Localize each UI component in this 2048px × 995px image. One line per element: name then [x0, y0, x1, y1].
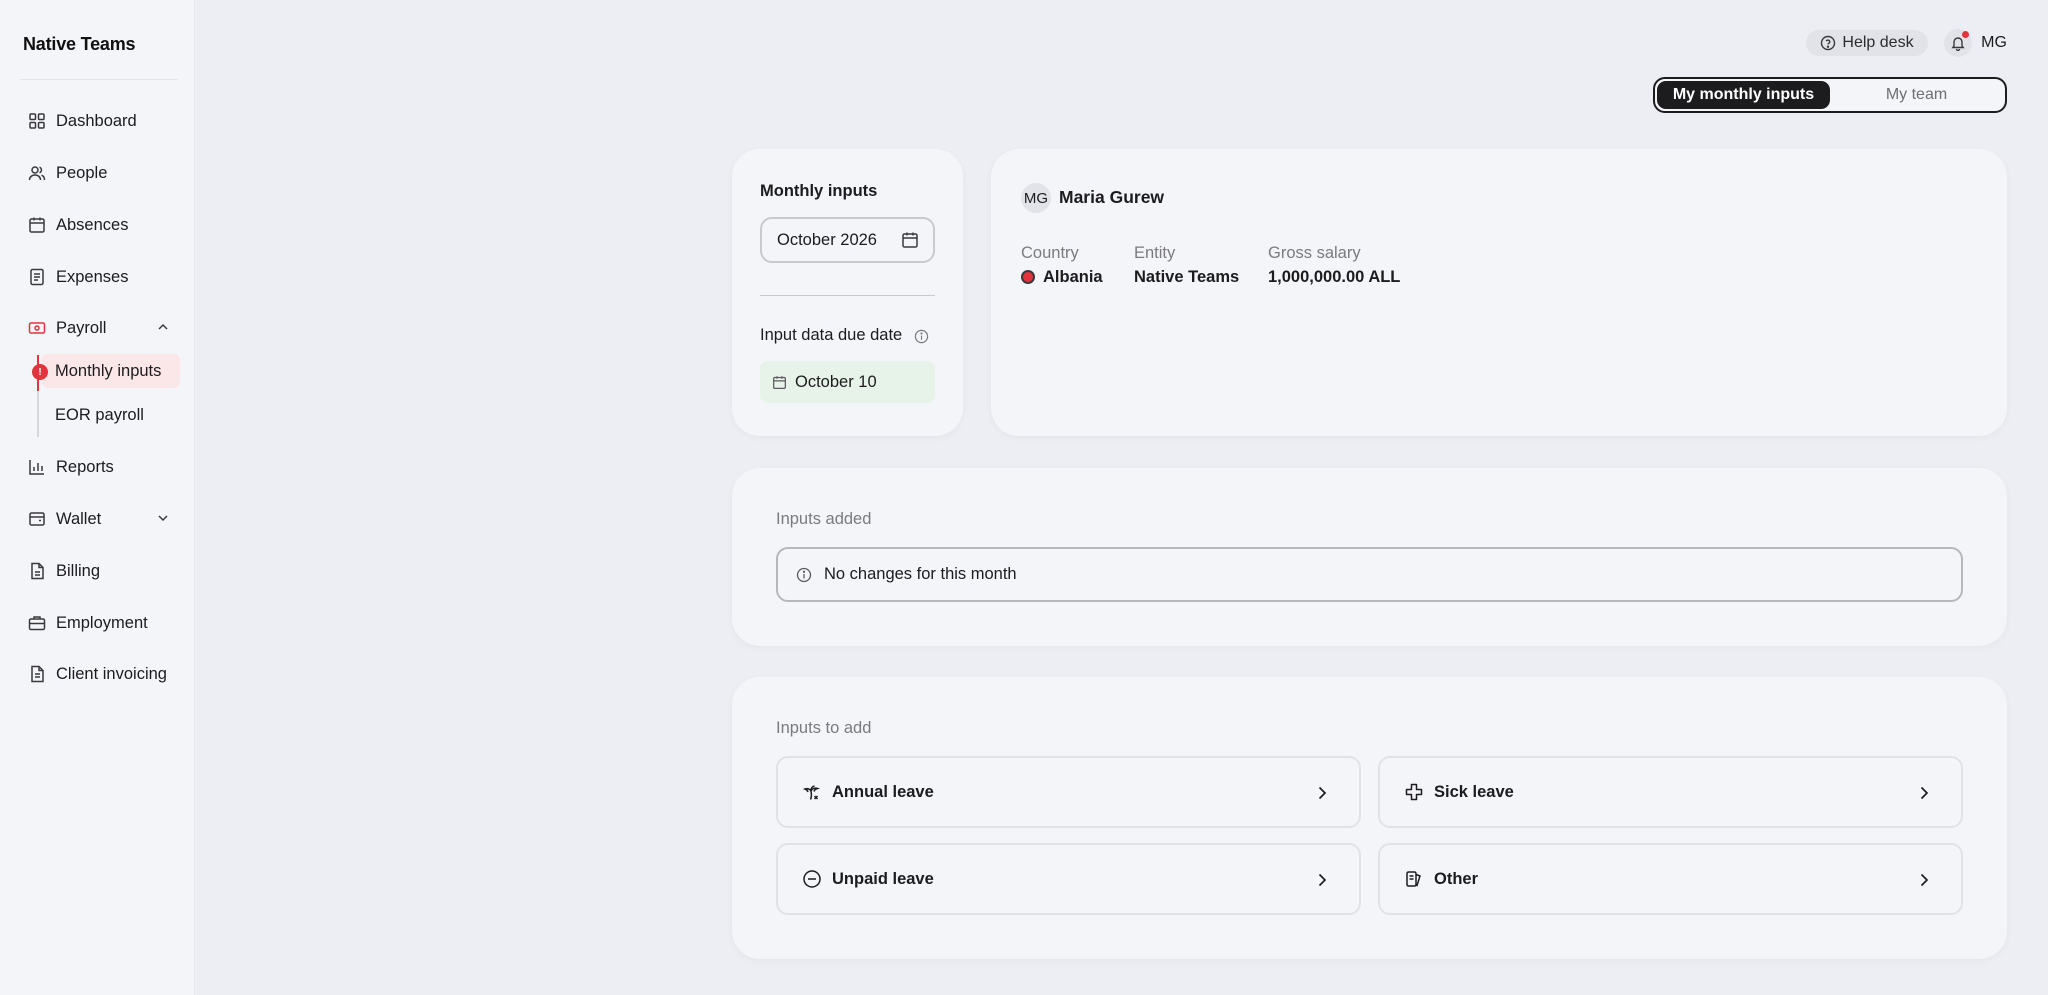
- sidebar-item-label: Wallet: [56, 509, 102, 528]
- sidebar-item-label: Client invoicing: [56, 664, 167, 683]
- help-icon: [1820, 35, 1836, 51]
- sidebar-subitem-label: EOR payroll: [55, 405, 144, 424]
- sidebar-item-wallet[interactable]: Wallet: [20, 502, 180, 536]
- albania-flag-icon: [1021, 270, 1035, 284]
- wallet-icon: [28, 510, 46, 528]
- due-date-badge: October 10: [760, 361, 935, 403]
- app-logo[interactable]: Native Teams: [23, 34, 136, 55]
- sidebar-divider: [20, 79, 178, 80]
- sidebar-item-client-invoicing[interactable]: Client invoicing: [20, 657, 180, 691]
- sidebar-item-billing[interactable]: Billing: [20, 554, 180, 588]
- option-label: Unpaid leave: [832, 869, 934, 888]
- employee-card: MG Maria Gurew Country Albania Entity Na…: [991, 149, 2007, 436]
- country-value: Albania: [1021, 268, 1103, 287]
- country-text: Albania: [1043, 268, 1103, 286]
- section-title: Inputs added: [776, 510, 872, 528]
- sidebar-item-label: People: [56, 163, 108, 182]
- sidebar-item-people[interactable]: People: [20, 156, 180, 190]
- other-button[interactable]: Other: [1378, 843, 1963, 915]
- sidebar-item-absences[interactable]: Absences: [20, 208, 180, 242]
- entity-label: Entity: [1134, 244, 1176, 262]
- help-desk-label: Help desk: [1842, 34, 1914, 51]
- help-desk-button[interactable]: Help desk: [1806, 30, 1928, 56]
- invoice-icon: [28, 665, 46, 683]
- divider: [760, 295, 935, 296]
- receipt-icon: [28, 268, 46, 286]
- gross-salary-label: Gross salary: [1268, 244, 1361, 262]
- calendar-icon: [901, 231, 919, 249]
- chevron-down-icon: [156, 511, 170, 525]
- minus-circle-icon: [802, 869, 822, 889]
- sidebar: Native Teams Dashboard People Absences E…: [0, 0, 195, 995]
- info-icon[interactable]: [914, 329, 929, 344]
- notice-text: No changes for this month: [824, 565, 1017, 583]
- annual-leave-button[interactable]: Annual leave: [776, 756, 1361, 828]
- sidebar-item-label: Reports: [56, 457, 114, 476]
- sidebar-item-employment[interactable]: Employment: [20, 606, 180, 640]
- palm-tree-icon: [802, 782, 822, 802]
- sidebar-item-reports[interactable]: Reports: [20, 450, 180, 484]
- entity-value: Native Teams: [1134, 268, 1240, 286]
- medical-cross-icon: [1404, 782, 1424, 802]
- user-avatar[interactable]: MG: [1980, 29, 2008, 57]
- sidebar-item-expenses[interactable]: Expenses: [20, 260, 180, 294]
- alert-badge: !: [32, 364, 48, 380]
- sidebar-item-label: Absences: [56, 215, 129, 234]
- monthly-inputs-card: Monthly inputs October 2026 Input data d…: [732, 149, 963, 436]
- due-date-label: Input data due date: [760, 326, 903, 344]
- sidebar-subitem-monthly-inputs[interactable]: Monthly inputs: [42, 354, 180, 388]
- sidebar-subitem-eor-payroll[interactable]: EOR payroll: [42, 398, 144, 432]
- option-label: Annual leave: [832, 782, 934, 801]
- people-icon: [28, 164, 46, 182]
- sidebar-item-label: Employment: [56, 613, 148, 632]
- notifications-button[interactable]: [1944, 29, 1972, 57]
- notification-dot: [1962, 31, 1969, 38]
- sidebar-item-label: Expenses: [56, 267, 129, 286]
- billing-icon: [28, 562, 46, 580]
- chart-icon: [28, 458, 46, 476]
- sidebar-item-label: Billing: [56, 561, 101, 580]
- sidebar-item-label: Payroll: [56, 318, 107, 337]
- tab-my-team[interactable]: My team: [1830, 81, 2003, 109]
- view-toggle: My monthly inputs My team: [1653, 77, 2007, 113]
- month-picker-value: October 2026: [777, 230, 877, 249]
- chevron-right-icon: [1915, 784, 1933, 802]
- sick-leave-button[interactable]: Sick leave: [1378, 756, 1963, 828]
- option-label: Other: [1434, 869, 1479, 888]
- unpaid-leave-button[interactable]: Unpaid leave: [776, 843, 1361, 915]
- dashboard-icon: [28, 112, 46, 130]
- section-title: Inputs to add: [776, 719, 872, 737]
- chevron-right-icon: [1313, 784, 1331, 802]
- tab-my-monthly-inputs[interactable]: My monthly inputs: [1657, 81, 1830, 109]
- inputs-to-add-card: Inputs to add Annual leave Sick leave Un…: [732, 677, 2007, 959]
- due-date-value: October 10: [795, 372, 877, 391]
- calendar-icon: [772, 375, 787, 390]
- employee-avatar: MG: [1021, 183, 1051, 213]
- month-picker[interactable]: October 2026: [760, 217, 935, 263]
- payroll-icon: [28, 319, 46, 337]
- info-icon: [796, 567, 812, 583]
- sidebar-item-dashboard[interactable]: Dashboard: [20, 104, 180, 138]
- option-label: Sick leave: [1434, 782, 1514, 801]
- sidebar-subitem-label: Monthly inputs: [55, 361, 162, 380]
- chevron-right-icon: [1313, 871, 1331, 889]
- employee-name: Maria Gurew: [1059, 187, 1165, 207]
- documents-icon: [1404, 869, 1424, 889]
- calendar-icon: [28, 216, 46, 234]
- briefcase-icon: [28, 614, 46, 632]
- country-label: Country: [1021, 244, 1079, 262]
- chevron-right-icon: [1915, 871, 1933, 889]
- empty-state-notice: No changes for this month: [776, 547, 1963, 602]
- inputs-added-card: Inputs added No changes for this month: [732, 468, 2007, 646]
- card-title: Monthly inputs: [760, 182, 878, 200]
- sidebar-item-payroll[interactable]: Payroll: [20, 311, 180, 345]
- chevron-up-icon: [156, 320, 170, 334]
- sidebar-item-label: Dashboard: [56, 111, 137, 130]
- gross-salary-value: 1,000,000.00 ALL: [1268, 268, 1401, 286]
